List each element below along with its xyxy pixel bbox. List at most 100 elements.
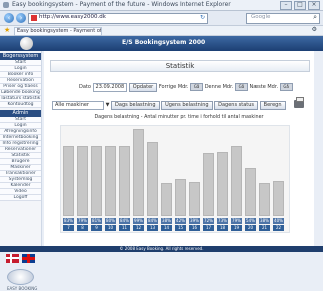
chart-data-label: 40%: [273, 218, 284, 224]
footer: © 2008 Easy Booking. All rights reserved…: [0, 246, 323, 252]
chart-category-label: 15: [175, 225, 186, 231]
english-flag-icon[interactable]: [22, 254, 35, 263]
chart-category-label: 12: [133, 225, 144, 231]
chart-data-label: 79%: [231, 218, 242, 224]
chart-bar: [105, 146, 116, 216]
chart-data-label: 54%: [245, 218, 256, 224]
this-month-button[interactable]: Gå: [234, 83, 248, 91]
chart-data-label: 81%: [91, 218, 102, 224]
favorites-bar: ★ Easy bookingsystem - Payment of the fu…: [0, 26, 323, 36]
load-chart: 83% 7 79% 8 81% 9 80% 10 84% 11 99% 12 84% 13 38% 14 42%…: [60, 125, 290, 233]
chart-bar: [147, 142, 158, 216]
browser-icon: [3, 2, 9, 8]
favorites-star-icon[interactable]: ★: [4, 26, 10, 34]
chart-bar: [91, 146, 102, 216]
back-button[interactable]: ‹: [4, 13, 14, 23]
statistics-header: Statistik: [50, 60, 310, 72]
printer-icon[interactable]: [294, 97, 304, 108]
window-controls: – □ ×: [280, 1, 320, 10]
week-load-button[interactable]: Ugens belastning: [161, 101, 213, 110]
chart-data-label: 99%: [133, 218, 144, 224]
forward-button[interactable]: ›: [16, 13, 26, 23]
sidebar-section-title: Admin: [0, 110, 41, 117]
maximize-button[interactable]: □: [294, 1, 306, 10]
next-month-button[interactable]: Gå: [279, 83, 293, 91]
sidebar: Bogerssystem Start Login Booker info Res…: [0, 51, 42, 291]
site-logo: [20, 37, 33, 50]
chart-bar: [133, 129, 144, 216]
chart-category-label: 16: [189, 225, 200, 231]
chart-data-label: 38%: [161, 218, 172, 224]
chart-bar: [259, 183, 270, 216]
chart-bar: [175, 179, 186, 216]
browser-toolbar: ‹ › http://www.easy2000.dk ↻ Google ⌕: [0, 11, 323, 26]
chart-category-label: 11: [119, 225, 130, 231]
chart-bar: [245, 168, 256, 216]
view-controls: Alle maskiner ▼ Dags belastning Ugens be…: [52, 101, 286, 111]
date-controls: Dato 23.09.2008 Opdater Forrige Mdr. Gå …: [79, 83, 293, 93]
chart-bar: [77, 146, 88, 216]
chart-category-label: 20: [245, 225, 256, 231]
chart-category-label: 7: [63, 225, 74, 231]
this-month-label: Denne Mdr.: [204, 84, 234, 90]
window-titlebar: Easy bookingsystem - Payment of the futu…: [0, 0, 323, 11]
chart-data-label: 84%: [147, 218, 158, 224]
chevron-down-icon[interactable]: ▼: [106, 102, 110, 108]
sidebar-section-title: Bogerssystem: [0, 53, 41, 60]
easy-booking-logo: EASY BOOKING: [7, 269, 37, 291]
chart-data-label: 83%: [63, 218, 74, 224]
machine-select[interactable]: Alle maskiner: [52, 101, 104, 110]
chart-bar: [189, 182, 200, 216]
chart-category-label: 9: [91, 225, 102, 231]
page-title: Statistik: [165, 62, 195, 70]
site-header: E/S Bookingsystem 2000: [0, 36, 323, 51]
chart-data-label: 80%: [105, 218, 116, 224]
chart-bar: [217, 152, 228, 216]
favorites-tab[interactable]: Easy bookingsystem - Payment of the futu…: [14, 27, 102, 36]
search-box[interactable]: Google ⌕: [246, 13, 320, 24]
address-text: http://www.easy2000.dk: [39, 14, 106, 20]
tools-icon[interactable]: ⚙: [312, 26, 317, 33]
chart-category-label: 17: [203, 225, 214, 231]
chart-data-label: 38%: [259, 218, 270, 224]
chart-data-label: 79%: [77, 218, 88, 224]
window-title: Easy bookingsystem - Payment of the futu…: [12, 1, 231, 8]
page-icon: [31, 15, 37, 21]
close-button[interactable]: ×: [308, 1, 320, 10]
day-load-button[interactable]: Dags belastning: [111, 101, 160, 110]
site-brand: E/S Bookingsystem 2000: [122, 39, 206, 46]
minimize-button[interactable]: –: [280, 1, 292, 10]
chart-category-label: 14: [161, 225, 172, 231]
day-status-button[interactable]: Dagens status: [214, 101, 259, 110]
chart-data-label: 73%: [217, 218, 228, 224]
chart-bar: [231, 146, 242, 216]
date-label: Dato: [79, 84, 91, 90]
sidebar-item[interactable]: Kontoudtog: [0, 102, 41, 108]
chart-category-label: 21: [259, 225, 270, 231]
prev-month-label: Forrige Mdr.: [158, 84, 189, 90]
sidebar-section-2: Start Login Afregningsinfo Internetbooki…: [0, 117, 41, 201]
prev-month-button[interactable]: Gå: [190, 83, 204, 91]
logo-caption: EASY BOOKING: [7, 286, 38, 291]
chart-bar: [161, 183, 172, 216]
chart-bar: [273, 181, 284, 216]
chart-category-label: 22: [273, 225, 284, 231]
address-bar[interactable]: http://www.easy2000.dk ↻: [28, 13, 208, 24]
chart-category-label: 19: [231, 225, 242, 231]
chart-title: Dagens belastning - Antal minutter pr. t…: [94, 115, 264, 120]
main-content: Statistik Dato 23.09.2008 Opdater Forrig…: [44, 51, 314, 246]
date-field[interactable]: 23.09.2008: [92, 83, 128, 92]
chart-data-label: 39%: [189, 218, 200, 224]
sidebar-item[interactable]: Logoff: [0, 195, 41, 201]
calculate-button[interactable]: Beregn: [259, 101, 286, 110]
chart-category-label: 18: [217, 225, 228, 231]
chart-bar: [63, 146, 74, 216]
search-icon[interactable]: ⌕: [313, 13, 317, 22]
chart-bar: [203, 153, 214, 216]
reload-icon[interactable]: ↻: [200, 14, 205, 21]
sidebar-section-1: Start Login Booker info Reservation Pris…: [0, 60, 41, 108]
danish-flag-icon[interactable]: [6, 254, 19, 263]
update-button[interactable]: Opdater: [128, 83, 158, 92]
chart-data-label: 72%: [203, 218, 214, 224]
chart-category-label: 10: [105, 225, 116, 231]
